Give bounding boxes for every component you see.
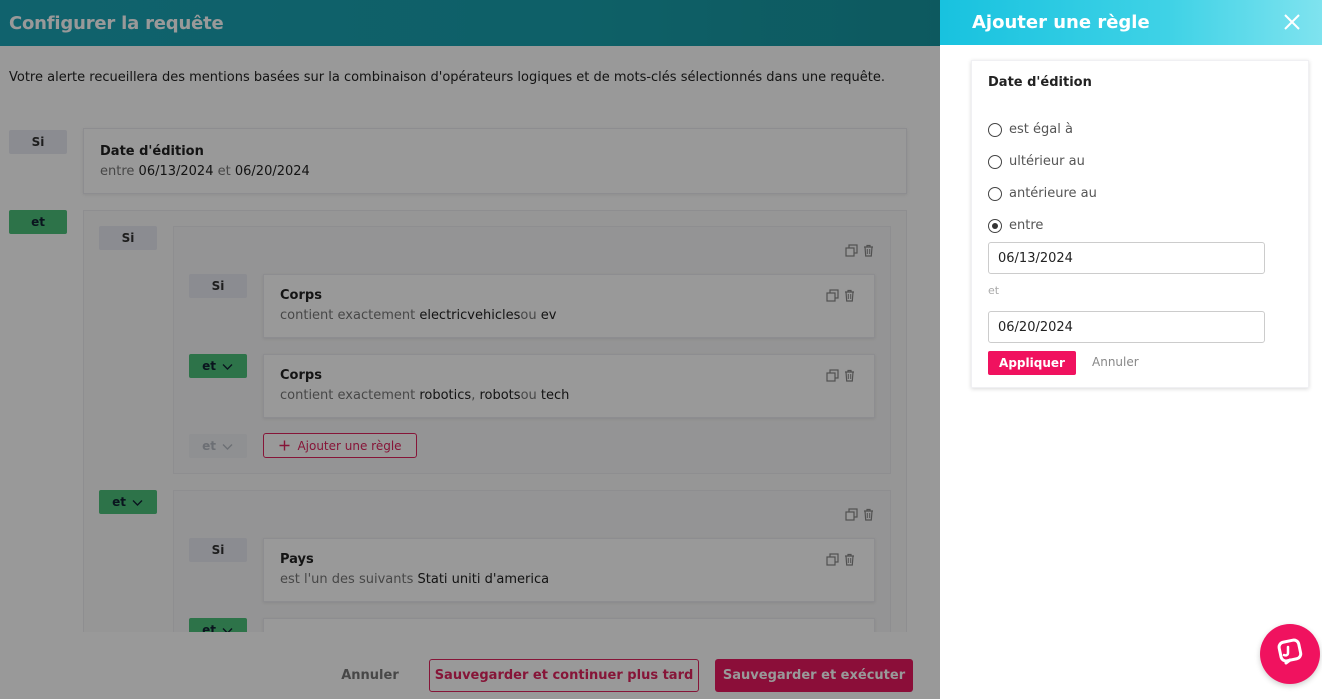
radio-label: est égal à [1009,122,1073,137]
panel-header: Ajouter une règle [940,0,1322,45]
radio-label: antérieure au [1009,186,1097,201]
close-icon[interactable] [1278,8,1306,36]
end-date-input[interactable] [988,311,1265,343]
apply-button[interactable]: Appliquer [988,351,1076,375]
radio-button[interactable] [988,122,1002,137]
radio-label: ultérieur au [1009,154,1085,169]
panel-cancel-link[interactable]: Annuler [1092,355,1139,369]
radio-option-equal[interactable]: est égal à [988,122,1073,137]
modal-overlay[interactable] [0,0,940,699]
date-separator: et [988,284,1000,297]
radio-label: entre [1009,218,1044,233]
chat-icon [1275,637,1305,671]
radio-button[interactable] [988,154,1002,169]
radio-option-after[interactable]: ultérieur au [988,154,1085,169]
rule-editor-title: Date d'édition [988,75,1092,90]
radio-button[interactable] [988,186,1002,201]
panel-title: Ajouter une règle [972,12,1150,33]
query-config-page: Configurer la requête Votre alerte recue… [0,0,940,699]
radio-button-selected[interactable] [988,218,1002,233]
date-rule-editor: Date d'édition est égal à ultérieur au a… [971,60,1309,388]
start-date-input[interactable] [988,242,1265,274]
radio-option-before[interactable]: antérieure au [988,186,1097,201]
add-rule-panel: Ajouter une règle Date d'édition est éga… [940,0,1322,699]
chat-widget-button[interactable] [1260,624,1320,684]
radio-option-between[interactable]: entre [988,218,1043,233]
